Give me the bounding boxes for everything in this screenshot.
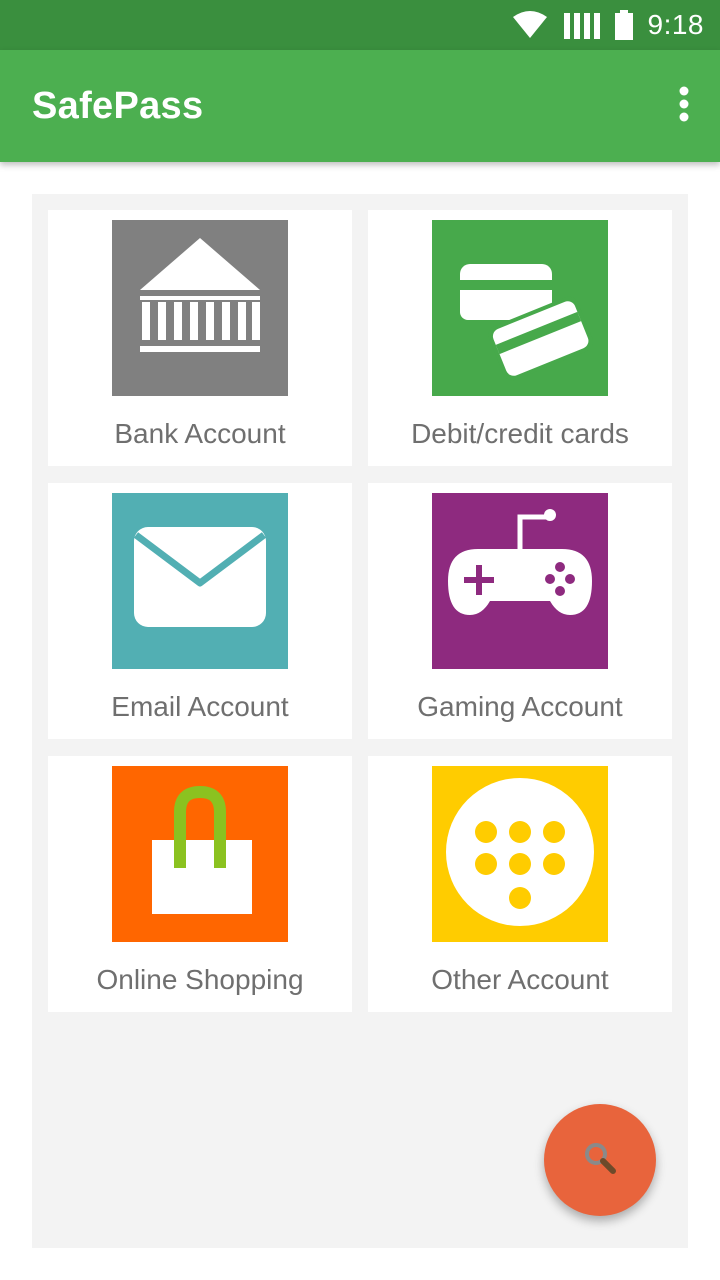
dots-circle-icon-box <box>432 766 608 942</box>
app-title: SafePass <box>32 85 204 127</box>
category-label: Debit/credit cards <box>411 418 629 449</box>
search-fab[interactable] <box>544 1104 656 1216</box>
category-online-shopping[interactable]: Online Shopping <box>48 756 352 1012</box>
shopping-bag-icon-box <box>112 766 288 942</box>
battery-icon <box>614 10 634 40</box>
credit-cards-icon <box>432 218 608 399</box>
category-other-account[interactable]: Other Account <box>368 756 672 1012</box>
envelope-icon-box <box>112 493 288 669</box>
category-bank-account[interactable]: Bank Account <box>48 210 352 466</box>
category-grid: Bank Account Debit/credit cards Email Ac… <box>32 194 688 1248</box>
more-vert-icon <box>678 86 690 127</box>
category-label: Online Shopping <box>96 964 304 995</box>
status-bar: 9:18 <box>0 0 720 50</box>
category-label: Other Account <box>431 964 609 995</box>
category-debit-credit-cards[interactable]: Debit/credit cards <box>368 210 672 466</box>
app-bar: SafePass <box>0 50 720 162</box>
bank-icon <box>112 218 288 399</box>
overflow-menu-button[interactable] <box>668 78 700 134</box>
signal-icon <box>563 11 600 39</box>
gamepad-icon-box <box>432 493 608 669</box>
dots-circle-icon <box>432 764 608 945</box>
credit-cards-icon-box <box>432 220 608 396</box>
gamepad-icon <box>432 491 608 672</box>
category-gaming-account[interactable]: Gaming Account <box>368 483 672 739</box>
wifi-icon <box>512 11 548 39</box>
envelope-icon <box>112 491 288 672</box>
category-label: Email Account <box>111 691 289 722</box>
clock: 9:18 <box>647 9 704 40</box>
bank-icon-box <box>112 220 288 396</box>
category-label: Gaming Account <box>417 691 623 722</box>
shopping-bag-icon <box>112 764 288 945</box>
search-icon <box>582 1140 618 1181</box>
status-icons: 9:18 <box>512 0 705 50</box>
category-label: Bank Account <box>114 418 286 449</box>
category-email-account[interactable]: Email Account <box>48 483 352 739</box>
